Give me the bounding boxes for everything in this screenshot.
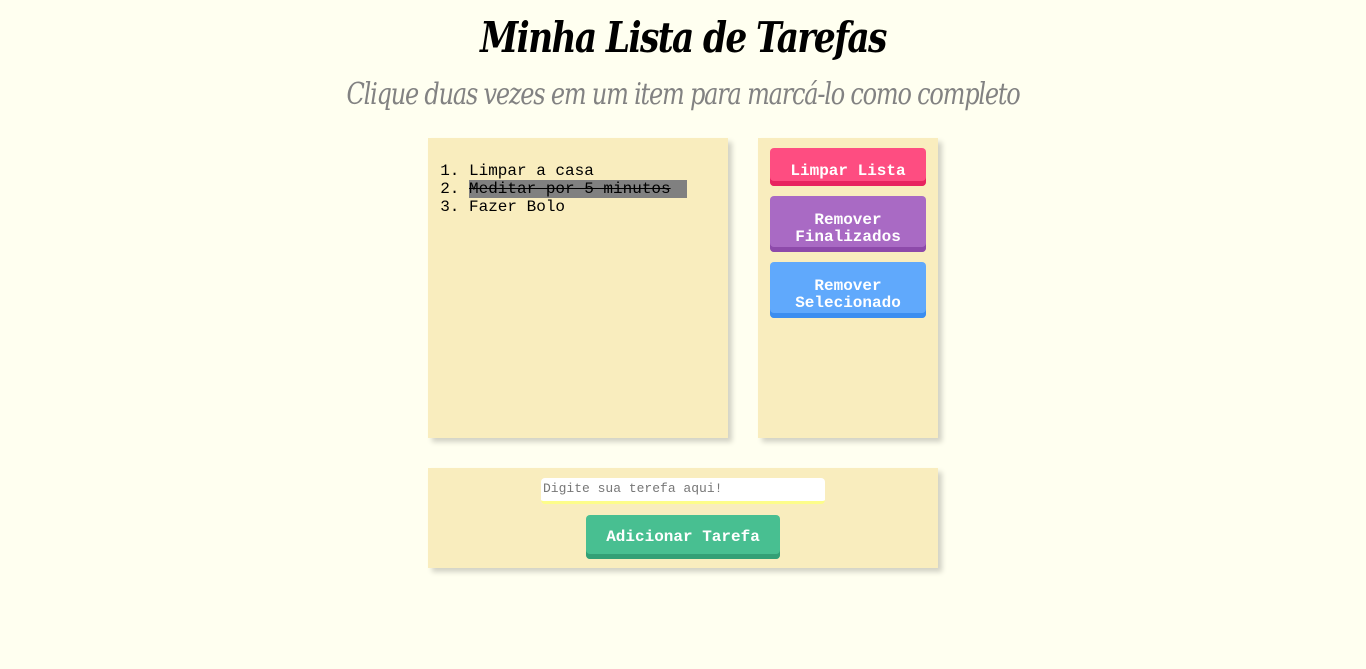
task-item-label[interactable]: Fazer Bolo: [469, 198, 581, 216]
task-input[interactable]: [541, 478, 825, 504]
task-list-item[interactable]: Fazer Bolo: [469, 198, 728, 216]
clear-list-button[interactable]: Limpar Lista: [770, 148, 926, 186]
actions-panel: Limpar Lista Remover Finalizados Remover…: [758, 138, 938, 438]
task-list-item[interactable]: Limpar a casa: [469, 162, 728, 180]
add-task-label: Adicionar Tarefa: [606, 527, 760, 546]
task-list: Limpar a casa Meditar por 5 minutos Faze…: [428, 138, 728, 216]
remove-selected-label: Remover Selecionado: [795, 276, 901, 312]
page-title: Minha Lista de Tarefas: [480, 13, 887, 62]
add-task-panel: Adicionar Tarefa: [428, 468, 938, 568]
task-list-panel: Limpar a casa Meditar por 5 minutos Faze…: [428, 138, 728, 438]
page-subtitle: Clique duas vezes em um item para marcá-…: [346, 77, 1020, 112]
remove-selected-button[interactable]: Remover Selecionado: [770, 262, 926, 318]
clear-list-label: Limpar Lista: [790, 162, 906, 180]
task-item-label[interactable]: Meditar por 5 minutos: [469, 180, 687, 198]
remove-finished-label: Remover Finalizados: [795, 210, 901, 246]
task-item-label[interactable]: Limpar a casa: [469, 162, 610, 180]
remove-finished-button[interactable]: Remover Finalizados: [770, 196, 926, 252]
add-task-button[interactable]: Adicionar Tarefa: [586, 515, 780, 559]
task-list-item[interactable]: Meditar por 5 minutos: [469, 180, 728, 198]
